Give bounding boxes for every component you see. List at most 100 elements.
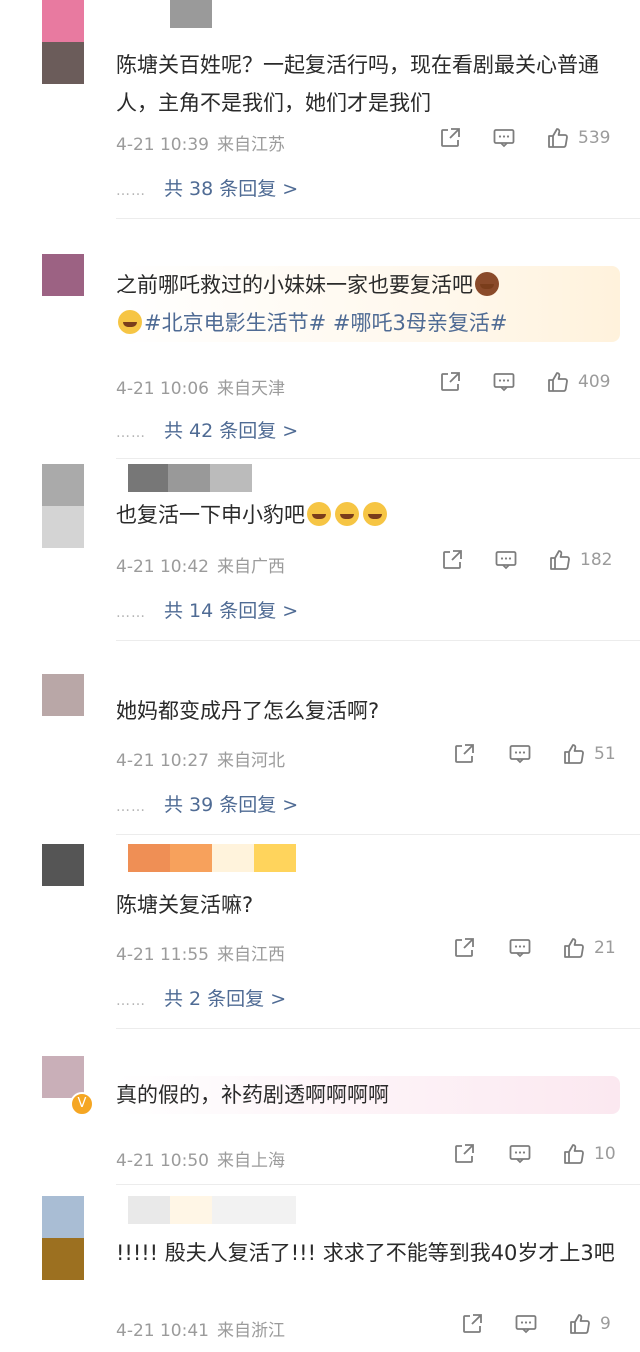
comment-date: 4-21 10:39 bbox=[116, 135, 209, 155]
share-button[interactable] bbox=[460, 1312, 484, 1336]
comment-button[interactable] bbox=[508, 1142, 532, 1166]
verified-badge-icon: V bbox=[70, 1092, 94, 1116]
emoji-icon bbox=[475, 272, 499, 296]
comment-location: 来自浙江 bbox=[216, 1321, 285, 1341]
crying-emoji-icon bbox=[363, 502, 387, 526]
avatar[interactable] bbox=[42, 674, 84, 716]
comment-button[interactable] bbox=[492, 370, 516, 394]
hashtag-link[interactable]: #哪吒3母亲复活# bbox=[333, 311, 508, 335]
share-button[interactable] bbox=[452, 936, 476, 960]
thumbs-up-icon bbox=[562, 742, 586, 766]
comment-meta: 4-21 11:55 来自江西 21 bbox=[116, 936, 622, 966]
thumbs-up-icon bbox=[548, 548, 572, 572]
like-button[interactable]: 409 bbox=[546, 370, 610, 394]
like-button[interactable]: 9 bbox=[568, 1312, 611, 1336]
share-icon bbox=[460, 1312, 484, 1336]
like-count: 10 bbox=[594, 1144, 616, 1164]
share-button[interactable] bbox=[452, 742, 476, 766]
like-button[interactable]: 21 bbox=[562, 936, 616, 960]
comment-location: 来自江苏 bbox=[216, 135, 285, 155]
comment-icon bbox=[508, 1142, 532, 1166]
hashtag-link[interactable]: #北京电影生活节# bbox=[144, 311, 326, 335]
like-button[interactable]: 51 bbox=[562, 742, 616, 766]
comment-meta: 4-21 10:42 来自广西 182 bbox=[116, 548, 622, 578]
comment-button[interactable] bbox=[508, 742, 532, 766]
share-icon bbox=[452, 1142, 476, 1166]
share-icon bbox=[438, 126, 462, 150]
share-button[interactable] bbox=[440, 548, 464, 572]
share-icon bbox=[452, 742, 476, 766]
like-button[interactable]: 539 bbox=[546, 126, 610, 150]
comment-icon bbox=[492, 370, 516, 394]
comment-date: 4-21 10:41 bbox=[116, 1321, 209, 1341]
divider bbox=[116, 1028, 640, 1029]
thumbs-up-icon bbox=[568, 1312, 592, 1336]
share-icon bbox=[438, 370, 462, 394]
comment-icon bbox=[494, 548, 518, 572]
username[interactable] bbox=[170, 0, 212, 28]
comment-text: 她妈都变成丹了怎么复活啊? bbox=[116, 699, 380, 723]
avatar[interactable] bbox=[42, 254, 84, 296]
username[interactable] bbox=[128, 844, 296, 872]
view-replies-link[interactable]: …… 共 42 条回复 > bbox=[116, 416, 298, 443]
username[interactable] bbox=[128, 464, 252, 492]
divider bbox=[116, 1184, 640, 1185]
comment-date: 4-21 10:50 bbox=[116, 1151, 209, 1171]
share-button[interactable] bbox=[452, 1142, 476, 1166]
comment-button[interactable] bbox=[492, 126, 516, 150]
like-count: 539 bbox=[578, 128, 611, 148]
comment-meta: 4-21 10:41 来自浙江 9 bbox=[116, 1312, 622, 1342]
comment-button[interactable] bbox=[514, 1312, 538, 1336]
comment-date: 4-21 11:55 bbox=[116, 945, 209, 965]
comment-button[interactable] bbox=[494, 548, 518, 572]
thumbs-up-icon bbox=[562, 1142, 586, 1166]
comment-text: 之前哪吒救过的小妹妹一家也要复活吧 #北京电影生活节# #哪吒3母亲复活# bbox=[116, 266, 620, 342]
avatar[interactable] bbox=[42, 1196, 84, 1280]
comment-button[interactable] bbox=[508, 936, 532, 960]
divider bbox=[116, 640, 640, 641]
comment-date: 4-21 10:42 bbox=[116, 557, 209, 577]
thumbs-up-icon bbox=[562, 936, 586, 960]
share-icon bbox=[452, 936, 476, 960]
comment-meta: 4-21 10:06 来自天津 409 bbox=[116, 370, 622, 400]
comment-text: 陈塘关百姓呢？一起复活行吗，现在看剧最关心普通人，主角不是我们，她们才是我们 bbox=[116, 53, 599, 115]
thumbs-up-icon bbox=[546, 126, 570, 150]
view-replies-link[interactable]: …… 共 39 条回复 > bbox=[116, 790, 298, 817]
share-button[interactable] bbox=[438, 126, 462, 150]
like-button[interactable]: 10 bbox=[562, 1142, 616, 1166]
divider bbox=[116, 834, 640, 835]
view-replies-link[interactable]: …… 共 14 条回复 > bbox=[116, 596, 298, 623]
avatar[interactable] bbox=[42, 0, 84, 84]
view-replies-link[interactable]: …… 共 2 条回复 > bbox=[116, 984, 286, 1011]
comment-location: 来自江西 bbox=[216, 945, 285, 965]
comment-icon bbox=[492, 126, 516, 150]
username[interactable] bbox=[128, 1196, 296, 1224]
like-count: 409 bbox=[578, 372, 611, 392]
like-button[interactable]: 182 bbox=[548, 548, 612, 572]
share-button[interactable] bbox=[438, 370, 462, 394]
crying-emoji-icon bbox=[335, 502, 359, 526]
comment-text: !!!!! 殷夫人复活了!!! 求求了不能等到我40岁才上3吧 bbox=[116, 1241, 615, 1265]
comment-icon bbox=[508, 742, 532, 766]
comment-text: 真的假的，补药剧透啊啊啊啊 bbox=[116, 1076, 620, 1114]
comment-icon bbox=[514, 1312, 538, 1336]
like-count: 9 bbox=[600, 1314, 611, 1334]
avatar[interactable] bbox=[42, 464, 84, 548]
comment-date: 4-21 10:27 bbox=[116, 751, 209, 771]
comment-date: 4-21 10:06 bbox=[116, 379, 209, 399]
comment-icon bbox=[508, 936, 532, 960]
crying-emoji-icon bbox=[307, 502, 331, 526]
view-replies-link[interactable]: …… 共 38 条回复 > bbox=[116, 174, 298, 201]
thumbs-up-icon bbox=[546, 370, 570, 394]
share-icon bbox=[440, 548, 464, 572]
avatar[interactable] bbox=[42, 844, 84, 886]
comment-text: 陈塘关复活嘛? bbox=[116, 893, 254, 917]
comment-text: 也复活一下申小豹吧 bbox=[116, 496, 620, 534]
comment-location: 来自广西 bbox=[216, 557, 285, 577]
comment-location: 来自上海 bbox=[216, 1151, 285, 1171]
comment-meta: 4-21 10:39 来自江苏 539 bbox=[116, 126, 622, 156]
comment-meta: 4-21 10:27 来自河北 51 bbox=[116, 742, 622, 772]
like-count: 51 bbox=[594, 744, 616, 764]
comment-meta: 4-21 10:50 来自上海 10 bbox=[116, 1142, 622, 1172]
like-count: 182 bbox=[580, 550, 613, 570]
